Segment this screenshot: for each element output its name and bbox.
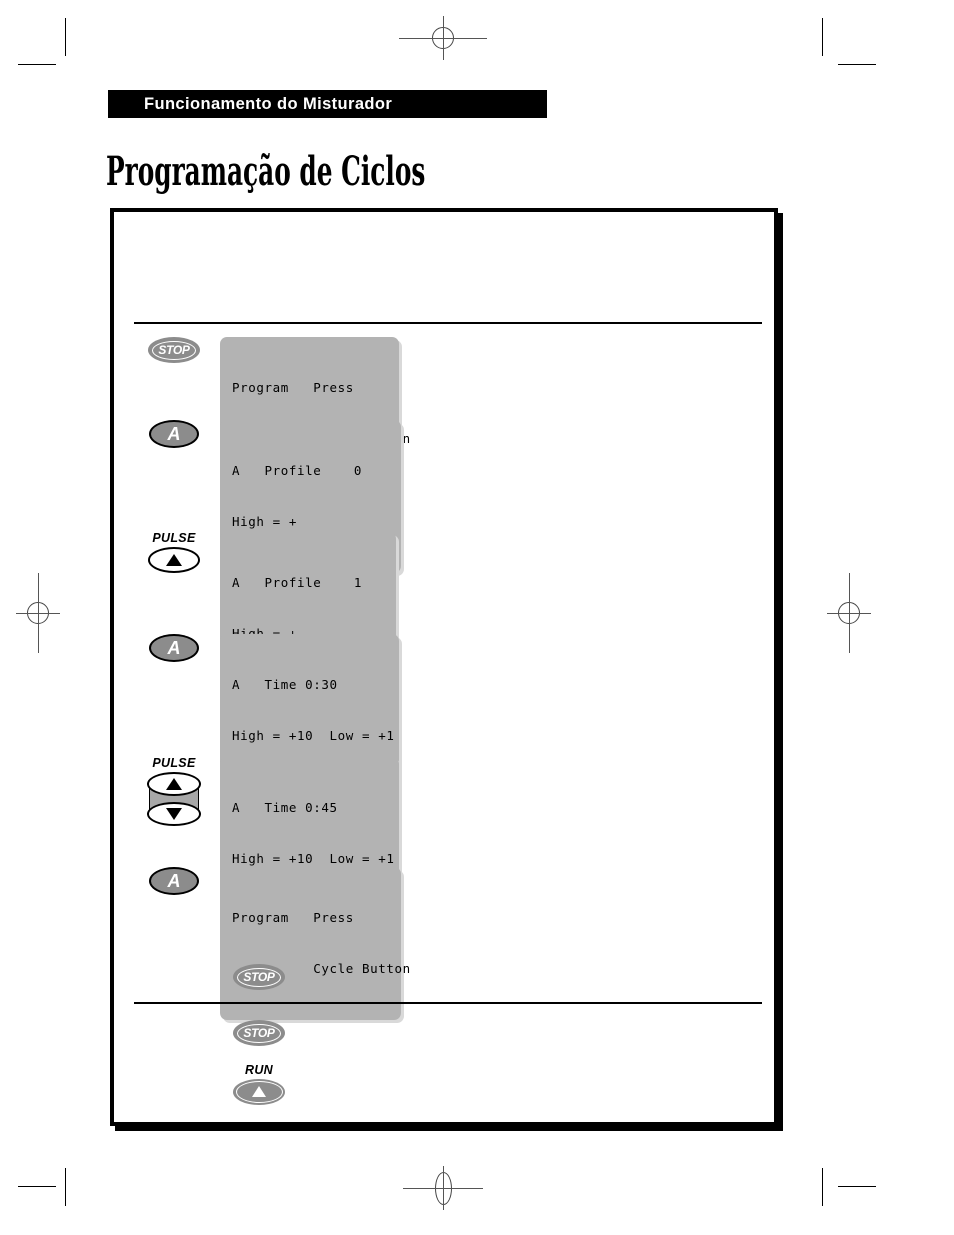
control-slot: PULSE	[128, 532, 220, 573]
triangle-down-icon	[166, 807, 182, 820]
triangle-up-icon	[166, 777, 182, 790]
control-slot: RUN	[233, 1064, 285, 1105]
crop-mark-top-left-horizontal	[18, 64, 56, 65]
triangle-up-icon	[166, 553, 182, 566]
rule-top	[134, 322, 762, 324]
pulse-up-button[interactable]	[147, 771, 201, 796]
a-button[interactable]: A	[149, 634, 199, 662]
lcd-line-1: A Profile 0	[232, 463, 363, 478]
stop-button-label: STOP	[243, 970, 275, 984]
section-header-band: Funcionamento do Misturador	[108, 90, 547, 118]
footer-step-stop: STOP	[233, 1020, 285, 1046]
run-button-caption: RUN	[245, 1063, 273, 1077]
lcd-line-2: High = +10 Low = +1	[232, 728, 395, 743]
stop-button-face: STOP	[152, 340, 196, 360]
stop-button[interactable]: STOP	[148, 337, 200, 363]
lcd-display: Program Press Cycle Button	[220, 867, 410, 1020]
lcd-line-2: High = +	[232, 514, 298, 529]
run-button[interactable]	[233, 1078, 285, 1105]
stop-button-face: STOP	[237, 1023, 281, 1043]
a-button[interactable]: A	[149, 420, 199, 448]
stop-button[interactable]: STOP	[233, 1020, 285, 1046]
pulse-up-button[interactable]	[148, 546, 200, 573]
a-button-label: A	[167, 871, 181, 891]
intro-text-area	[114, 212, 774, 322]
crop-mark-top-right-horizontal	[838, 64, 876, 65]
pulse-button-caption: PULSE	[152, 756, 196, 770]
control-slot: A	[128, 634, 220, 662]
control-slot: A	[128, 420, 220, 448]
a-button-label: A	[167, 424, 181, 444]
crop-mark-bottom-right-horizontal	[838, 1186, 876, 1187]
lcd-line-1: A Profile 1	[232, 575, 363, 590]
footer-step-run: RUN	[233, 1064, 285, 1105]
crop-mark-bottom-left-horizontal	[18, 1186, 56, 1187]
step-stop-exit: STOP	[233, 964, 285, 990]
crop-mark-bottom-left-vertical	[65, 1168, 66, 1206]
lcd-line-1: A Time 0:45	[232, 800, 338, 815]
crop-mark-bottom-right-vertical	[822, 1168, 823, 1206]
lcd-line-1: A Time 0:30	[232, 677, 338, 692]
stop-button-face: STOP	[237, 967, 281, 987]
control-slot: A	[128, 867, 220, 895]
crop-mark-top-right-vertical	[822, 18, 823, 56]
pulse-rocker-button[interactable]	[147, 771, 201, 828]
a-button-label: A	[167, 638, 181, 658]
control-slot: PULSE	[128, 757, 220, 828]
lcd-line-1: Program Press	[232, 380, 354, 395]
stop-button[interactable]: STOP	[233, 964, 285, 990]
crop-mark-top-left-vertical	[65, 18, 66, 56]
triangle-up-icon	[252, 1086, 266, 1097]
control-slot: STOP	[128, 337, 220, 363]
step-a-program: A Program Press Cycle Button	[128, 867, 410, 1020]
a-button[interactable]: A	[149, 867, 199, 895]
stop-button-label: STOP	[243, 1026, 275, 1040]
lcd-line-1: Program Press	[232, 910, 354, 925]
stop-button-label: STOP	[158, 343, 190, 357]
rule-bottom	[134, 1002, 762, 1004]
pulse-button-caption: PULSE	[152, 531, 196, 545]
lcd-line-2: High = +10 Low = +1	[232, 851, 395, 866]
pulse-down-button[interactable]	[147, 801, 201, 826]
procedure-content-box: STOP Program Press Cycle Button A A Prof…	[110, 208, 778, 1126]
page-title: Programação de Ciclos	[106, 148, 426, 195]
